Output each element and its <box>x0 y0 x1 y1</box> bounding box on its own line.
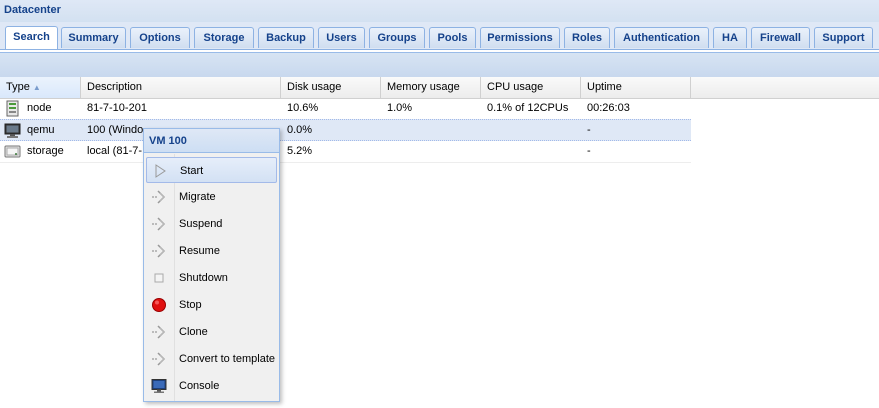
table-row[interactable]: node 81-7-10-201 10.6% 1.0% 0.1% of 12CP… <box>0 98 691 120</box>
grid-header: Type ▲ Description Disk usage Memory usag… <box>0 77 879 99</box>
context-menu-title: VM 100 <box>144 129 279 153</box>
tab-pools[interactable]: Pools <box>429 27 476 48</box>
menu-item-console[interactable]: Console <box>146 373 277 399</box>
template-icon <box>152 352 166 366</box>
toolbar <box>0 52 879 78</box>
menu-item-clone[interactable]: Clone <box>146 319 277 345</box>
tab-permissions[interactable]: Permissions <box>480 27 560 48</box>
storage-icon <box>4 145 21 158</box>
menu-item-label: Migrate <box>179 191 216 203</box>
monitor-icon <box>4 123 21 138</box>
context-menu: VM 100 Start Migrate Suspend Resume Shut… <box>143 128 280 402</box>
menu-item-label: Shutdown <box>179 272 228 284</box>
menu-item-label: Clone <box>179 326 208 338</box>
menu-item-stop[interactable]: Stop <box>146 292 277 318</box>
column-label-type: Type <box>6 81 30 93</box>
menu-item-label: Resume <box>179 245 220 257</box>
cell-disk-usage: 5.2% <box>287 145 313 157</box>
sort-ascending-icon: ▲ <box>32 83 41 92</box>
cell-cpu-usage <box>481 141 581 162</box>
cell-memory-usage: 1.0% <box>387 102 413 114</box>
column-header-description[interactable]: Description <box>81 77 281 98</box>
suspend-icon <box>152 217 166 231</box>
tab-support[interactable]: Support <box>814 27 873 48</box>
column-header-cpu-usage[interactable]: CPU usage <box>481 77 581 98</box>
cell-uptime: 00:26:03 <box>587 102 630 114</box>
menu-item-label: Suspend <box>179 218 223 230</box>
menu-item-convert-to-template[interactable]: Convert to template <box>146 346 277 372</box>
tab-roles[interactable]: Roles <box>564 27 610 48</box>
cell-type: storage <box>27 145 64 157</box>
resume-icon <box>152 244 166 258</box>
tab-authentication[interactable]: Authentication <box>614 27 709 48</box>
cell-uptime: - <box>587 145 591 157</box>
cell-type: qemu <box>27 124 55 136</box>
menu-item-start[interactable]: Start <box>146 157 277 183</box>
cell-cpu-usage: 0.1% of 12CPUs <box>487 102 569 114</box>
menu-item-migrate[interactable]: Migrate <box>146 184 277 210</box>
cell-disk-usage: 10.6% <box>287 102 319 114</box>
cell-memory-usage <box>381 120 481 141</box>
panel-title: Datacenter <box>4 4 61 16</box>
menu-item-suspend[interactable]: Suspend <box>146 211 277 237</box>
tab-firewall[interactable]: Firewall <box>751 27 810 48</box>
cell-type: node <box>27 102 52 114</box>
tab-groups[interactable]: Groups <box>369 27 425 48</box>
cell-disk-usage: 0.0% <box>287 124 313 136</box>
clone-icon <box>152 325 166 339</box>
cell-cpu-usage <box>481 120 581 141</box>
table-row-selected[interactable]: qemu 100 (Windo 0.0% - <box>0 119 691 141</box>
cell-uptime: - <box>587 124 591 136</box>
menu-item-label: Start <box>180 165 204 177</box>
tab-options[interactable]: Options <box>130 27 190 48</box>
menu-item-label: Console <box>179 380 220 392</box>
column-header-type[interactable]: Type ▲ <box>0 77 81 98</box>
cell-memory-usage <box>381 141 481 162</box>
tab-strip: Search Summary Options Storage Backup Us… <box>0 22 879 50</box>
tab-backup[interactable]: Backup <box>258 27 314 48</box>
menu-item-label: Stop <box>179 299 202 311</box>
panel-header: Datacenter <box>0 0 879 23</box>
stop-icon <box>152 298 166 312</box>
tab-ha[interactable]: HA <box>713 27 747 48</box>
play-icon <box>155 164 166 178</box>
tab-summary[interactable]: Summary <box>61 27 126 48</box>
cell-description: 81-7-10-201 <box>87 102 147 114</box>
column-header-memory-usage[interactable]: Memory usage <box>381 77 481 98</box>
migrate-icon <box>152 190 166 204</box>
tab-storage[interactable]: Storage <box>194 27 254 48</box>
tab-divider <box>0 49 879 50</box>
shutdown-icon <box>154 273 164 283</box>
menu-item-label: Convert to template <box>179 353 275 365</box>
tab-users[interactable]: Users <box>318 27 365 48</box>
tab-search[interactable]: Search <box>5 26 58 49</box>
column-header-disk-usage[interactable]: Disk usage <box>281 77 381 98</box>
server-icon <box>6 100 19 117</box>
menu-item-shutdown[interactable]: Shutdown <box>146 265 277 291</box>
column-header-uptime[interactable]: Uptime <box>581 77 691 98</box>
table-row[interactable]: storage local (81-7- 5.2% - <box>0 141 691 163</box>
menu-item-resume[interactable]: Resume <box>146 238 277 264</box>
console-icon <box>151 379 167 393</box>
